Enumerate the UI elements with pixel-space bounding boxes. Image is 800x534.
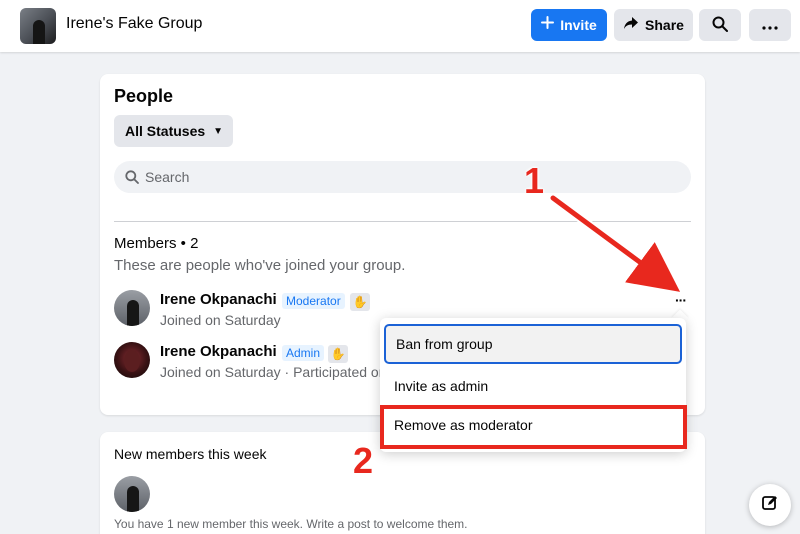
- invite-label: Invite: [560, 17, 597, 33]
- member-meta: Joined on Saturday: [160, 312, 281, 328]
- people-title: People: [114, 86, 174, 106]
- wave-icon[interactable]: ✋: [328, 345, 348, 363]
- avatar[interactable]: [114, 342, 150, 378]
- member-search[interactable]: [114, 161, 691, 193]
- divider: [114, 221, 691, 222]
- members-subtitle: These are people who've joined your grou…: [114, 257, 406, 274]
- member-actions-menu: Ban from group Invite as admin Remove as…: [380, 318, 686, 452]
- search-icon: [712, 16, 728, 35]
- group-avatar[interactable]: [20, 8, 56, 44]
- share-button[interactable]: Share: [614, 9, 693, 41]
- more-dots-icon: [762, 17, 778, 33]
- menu-item-ban[interactable]: Ban from group: [384, 324, 682, 364]
- group-title[interactable]: Irene's Fake Group: [66, 15, 202, 33]
- menu-item-remove-moderator[interactable]: Remove as moderator: [384, 405, 682, 445]
- wave-icon[interactable]: ✋: [350, 293, 370, 311]
- avatar[interactable]: [114, 476, 150, 512]
- plus-icon: [541, 16, 555, 34]
- invite-button[interactable]: Invite: [531, 9, 607, 41]
- avatar[interactable]: [114, 290, 150, 326]
- role-badge: Moderator: [282, 293, 345, 309]
- member-name[interactable]: Irene Okpanachi: [160, 291, 277, 308]
- more-options-button[interactable]: [749, 9, 791, 41]
- member-meta: Joined on Saturday · Participated on: [160, 364, 387, 380]
- members-heading: Members • 2: [114, 235, 199, 252]
- status-filter-dropdown[interactable]: All Statuses ▼: [114, 115, 233, 147]
- compose-button[interactable]: [749, 484, 791, 526]
- share-label: Share: [645, 17, 684, 33]
- search-input[interactable]: [145, 169, 645, 185]
- status-filter-label: All Statuses: [125, 123, 206, 139]
- search-button[interactable]: [699, 9, 741, 41]
- search-icon: [125, 170, 139, 184]
- new-members-text: You have 1 new member this week. Write a…: [114, 517, 468, 531]
- role-badge: Admin: [282, 345, 325, 361]
- caret-down-icon: ▼: [213, 125, 224, 137]
- compose-icon: [761, 494, 779, 517]
- share-arrow-icon: [623, 16, 639, 35]
- member-more-button[interactable]: ···: [675, 292, 687, 308]
- group-header: Irene's Fake Group Invite Share: [0, 0, 800, 52]
- new-members-title: New members this week: [114, 446, 267, 462]
- menu-item-invite-admin[interactable]: Invite as admin: [384, 366, 682, 406]
- member-name[interactable]: Irene Okpanachi: [160, 343, 277, 360]
